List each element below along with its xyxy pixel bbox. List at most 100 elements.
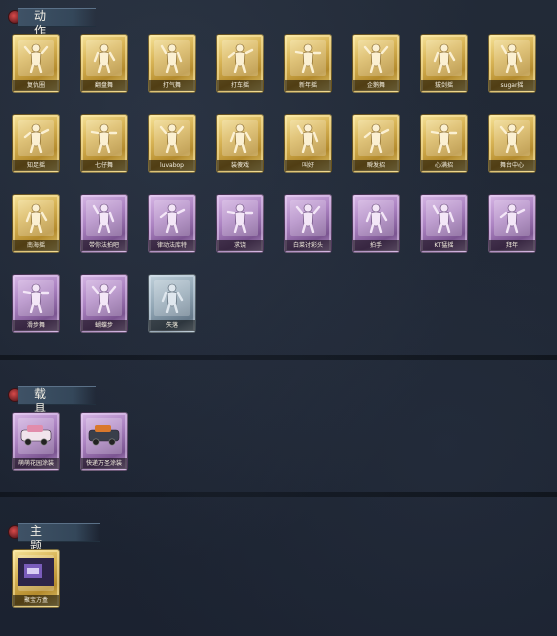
card-frame: 新年摇 — [284, 34, 332, 93]
card-label: 复仇圈 — [13, 80, 59, 91]
action-card[interactable]: 蝴蝶步 — [80, 274, 128, 333]
card-label: 企鹅舞 — [353, 80, 399, 91]
action-card[interactable]: 新年摇 — [284, 34, 332, 93]
card-frame: 翻盘舞 — [80, 34, 128, 93]
vehicle-icon — [18, 421, 54, 449]
card-label: 拔剑摇 — [421, 80, 467, 91]
dancer-figure-icon — [22, 41, 50, 74]
card-label: 舞台中心 — [489, 160, 535, 171]
action-card[interactable]: 翻盘舞 — [80, 34, 128, 93]
card-frame: 滑步舞 — [12, 274, 60, 333]
dancer-figure-icon — [158, 41, 186, 74]
scene-card[interactable]: 聚宝方盒 — [12, 549, 60, 608]
card-label: 快递万圣涂装 — [81, 458, 127, 469]
card-frame: 舞台中心 — [488, 114, 536, 173]
action-card[interactable]: 拜年 — [488, 194, 536, 253]
dancer-figure-icon — [158, 121, 186, 154]
card-label: KT猛摇 — [421, 240, 467, 251]
card-label: 打车摇 — [217, 80, 263, 91]
action-card[interactable]: 叫好 — [284, 114, 332, 173]
card-label: 打气舞 — [149, 80, 195, 91]
card-label: luvabop — [149, 160, 195, 171]
dancer-figure-icon — [22, 201, 50, 234]
action-card[interactable]: 装傻戏 — [216, 114, 264, 173]
card-frame: luvabop — [148, 114, 196, 173]
dancer-figure-icon — [226, 121, 254, 154]
card-frame: 快递万圣涂装 — [80, 412, 128, 471]
card-frame: 南海摇 — [12, 194, 60, 253]
section-header-bar — [18, 8, 96, 27]
card-frame: sugar摇 — [488, 34, 536, 93]
dancer-figure-icon — [362, 121, 390, 154]
dancer-figure-icon — [294, 121, 322, 154]
action-card[interactable]: 拍手 — [352, 194, 400, 253]
action-card[interactable]: 打车摇 — [216, 34, 264, 93]
card-label: 新年摇 — [285, 80, 331, 91]
section-divider — [0, 355, 557, 360]
vehicle-card[interactable]: 快递万圣涂装 — [80, 412, 128, 471]
section-divider — [0, 492, 557, 497]
card-frame: 蝴蝶步 — [80, 274, 128, 333]
card-frame: 求饶 — [216, 194, 264, 253]
action-card[interactable]: 求饶 — [216, 194, 264, 253]
dancer-figure-icon — [430, 41, 458, 74]
action-card[interactable]: 带你法拍吧 — [80, 194, 128, 253]
action-card[interactable]: 舞台中心 — [488, 114, 536, 173]
card-label: sugar摇 — [489, 80, 535, 91]
action-card[interactable]: 拔剑摇 — [420, 34, 468, 93]
dancer-figure-icon — [498, 201, 526, 234]
action-card[interactable]: luvabop — [148, 114, 196, 173]
dancer-figure-icon — [158, 281, 186, 314]
card-label: 拜年 — [489, 240, 535, 251]
action-card[interactable]: 滑步舞 — [12, 274, 60, 333]
card-frame: 带你法拍吧 — [80, 194, 128, 253]
card-frame: 萌萌花园涂装 — [12, 412, 60, 471]
dancer-figure-icon — [430, 121, 458, 154]
dancer-figure-icon — [294, 41, 322, 74]
action-card[interactable]: KT猛摇 — [420, 194, 468, 253]
card-label: 七仔舞 — [81, 160, 127, 171]
card-label: 翻盘舞 — [81, 80, 127, 91]
dancer-figure-icon — [22, 281, 50, 314]
action-card[interactable]: 南海摇 — [12, 194, 60, 253]
card-label: 装傻戏 — [217, 160, 263, 171]
action-card[interactable]: 复仇圈 — [12, 34, 60, 93]
action-card[interactable]: 白菜讨彩头 — [284, 194, 332, 253]
card-frame: 拔剑摇 — [420, 34, 468, 93]
vehicle-card[interactable]: 萌萌花园涂装 — [12, 412, 60, 471]
action-card[interactable]: 打气舞 — [148, 34, 196, 93]
scene-preview-icon — [18, 558, 54, 586]
card-label: 心满招 — [421, 160, 467, 171]
card-label: 蝴蝶步 — [81, 320, 127, 331]
card-frame: 拍手 — [352, 194, 400, 253]
dancer-figure-icon — [226, 41, 254, 74]
dancer-figure-icon — [294, 201, 322, 234]
card-label: 滑步舞 — [13, 320, 59, 331]
card-frame: 企鹅舞 — [352, 34, 400, 93]
dancer-figure-icon — [498, 121, 526, 154]
card-frame: 聚宝方盒 — [12, 549, 60, 608]
dancer-figure-icon — [90, 121, 118, 154]
card-label: 拍手 — [353, 240, 399, 251]
action-card[interactable]: 七仔舞 — [80, 114, 128, 173]
card-frame: 失落 — [148, 274, 196, 333]
dancer-figure-icon — [226, 201, 254, 234]
card-label: 萌萌花园涂装 — [13, 458, 59, 469]
action-card[interactable]: sugar摇 — [488, 34, 536, 93]
card-frame: 叫好 — [284, 114, 332, 173]
dancer-figure-icon — [90, 201, 118, 234]
action-card[interactable]: 心满招 — [420, 114, 468, 173]
action-card[interactable]: 企鹅舞 — [352, 34, 400, 93]
dancer-figure-icon — [498, 41, 526, 74]
dancer-figure-icon — [90, 281, 118, 314]
card-frame: KT猛摇 — [420, 194, 468, 253]
action-card[interactable]: 律动法库特 — [148, 194, 196, 253]
section-header-bar — [18, 386, 96, 405]
action-card[interactable]: 知足摇 — [12, 114, 60, 173]
card-label: 聚宝方盒 — [13, 595, 59, 606]
card-frame: 复仇圈 — [12, 34, 60, 93]
action-card[interactable]: 失落 — [148, 274, 196, 333]
card-label: 南海摇 — [13, 240, 59, 251]
card-frame: 装傻戏 — [216, 114, 264, 173]
action-card[interactable]: 瞬发招 — [352, 114, 400, 173]
